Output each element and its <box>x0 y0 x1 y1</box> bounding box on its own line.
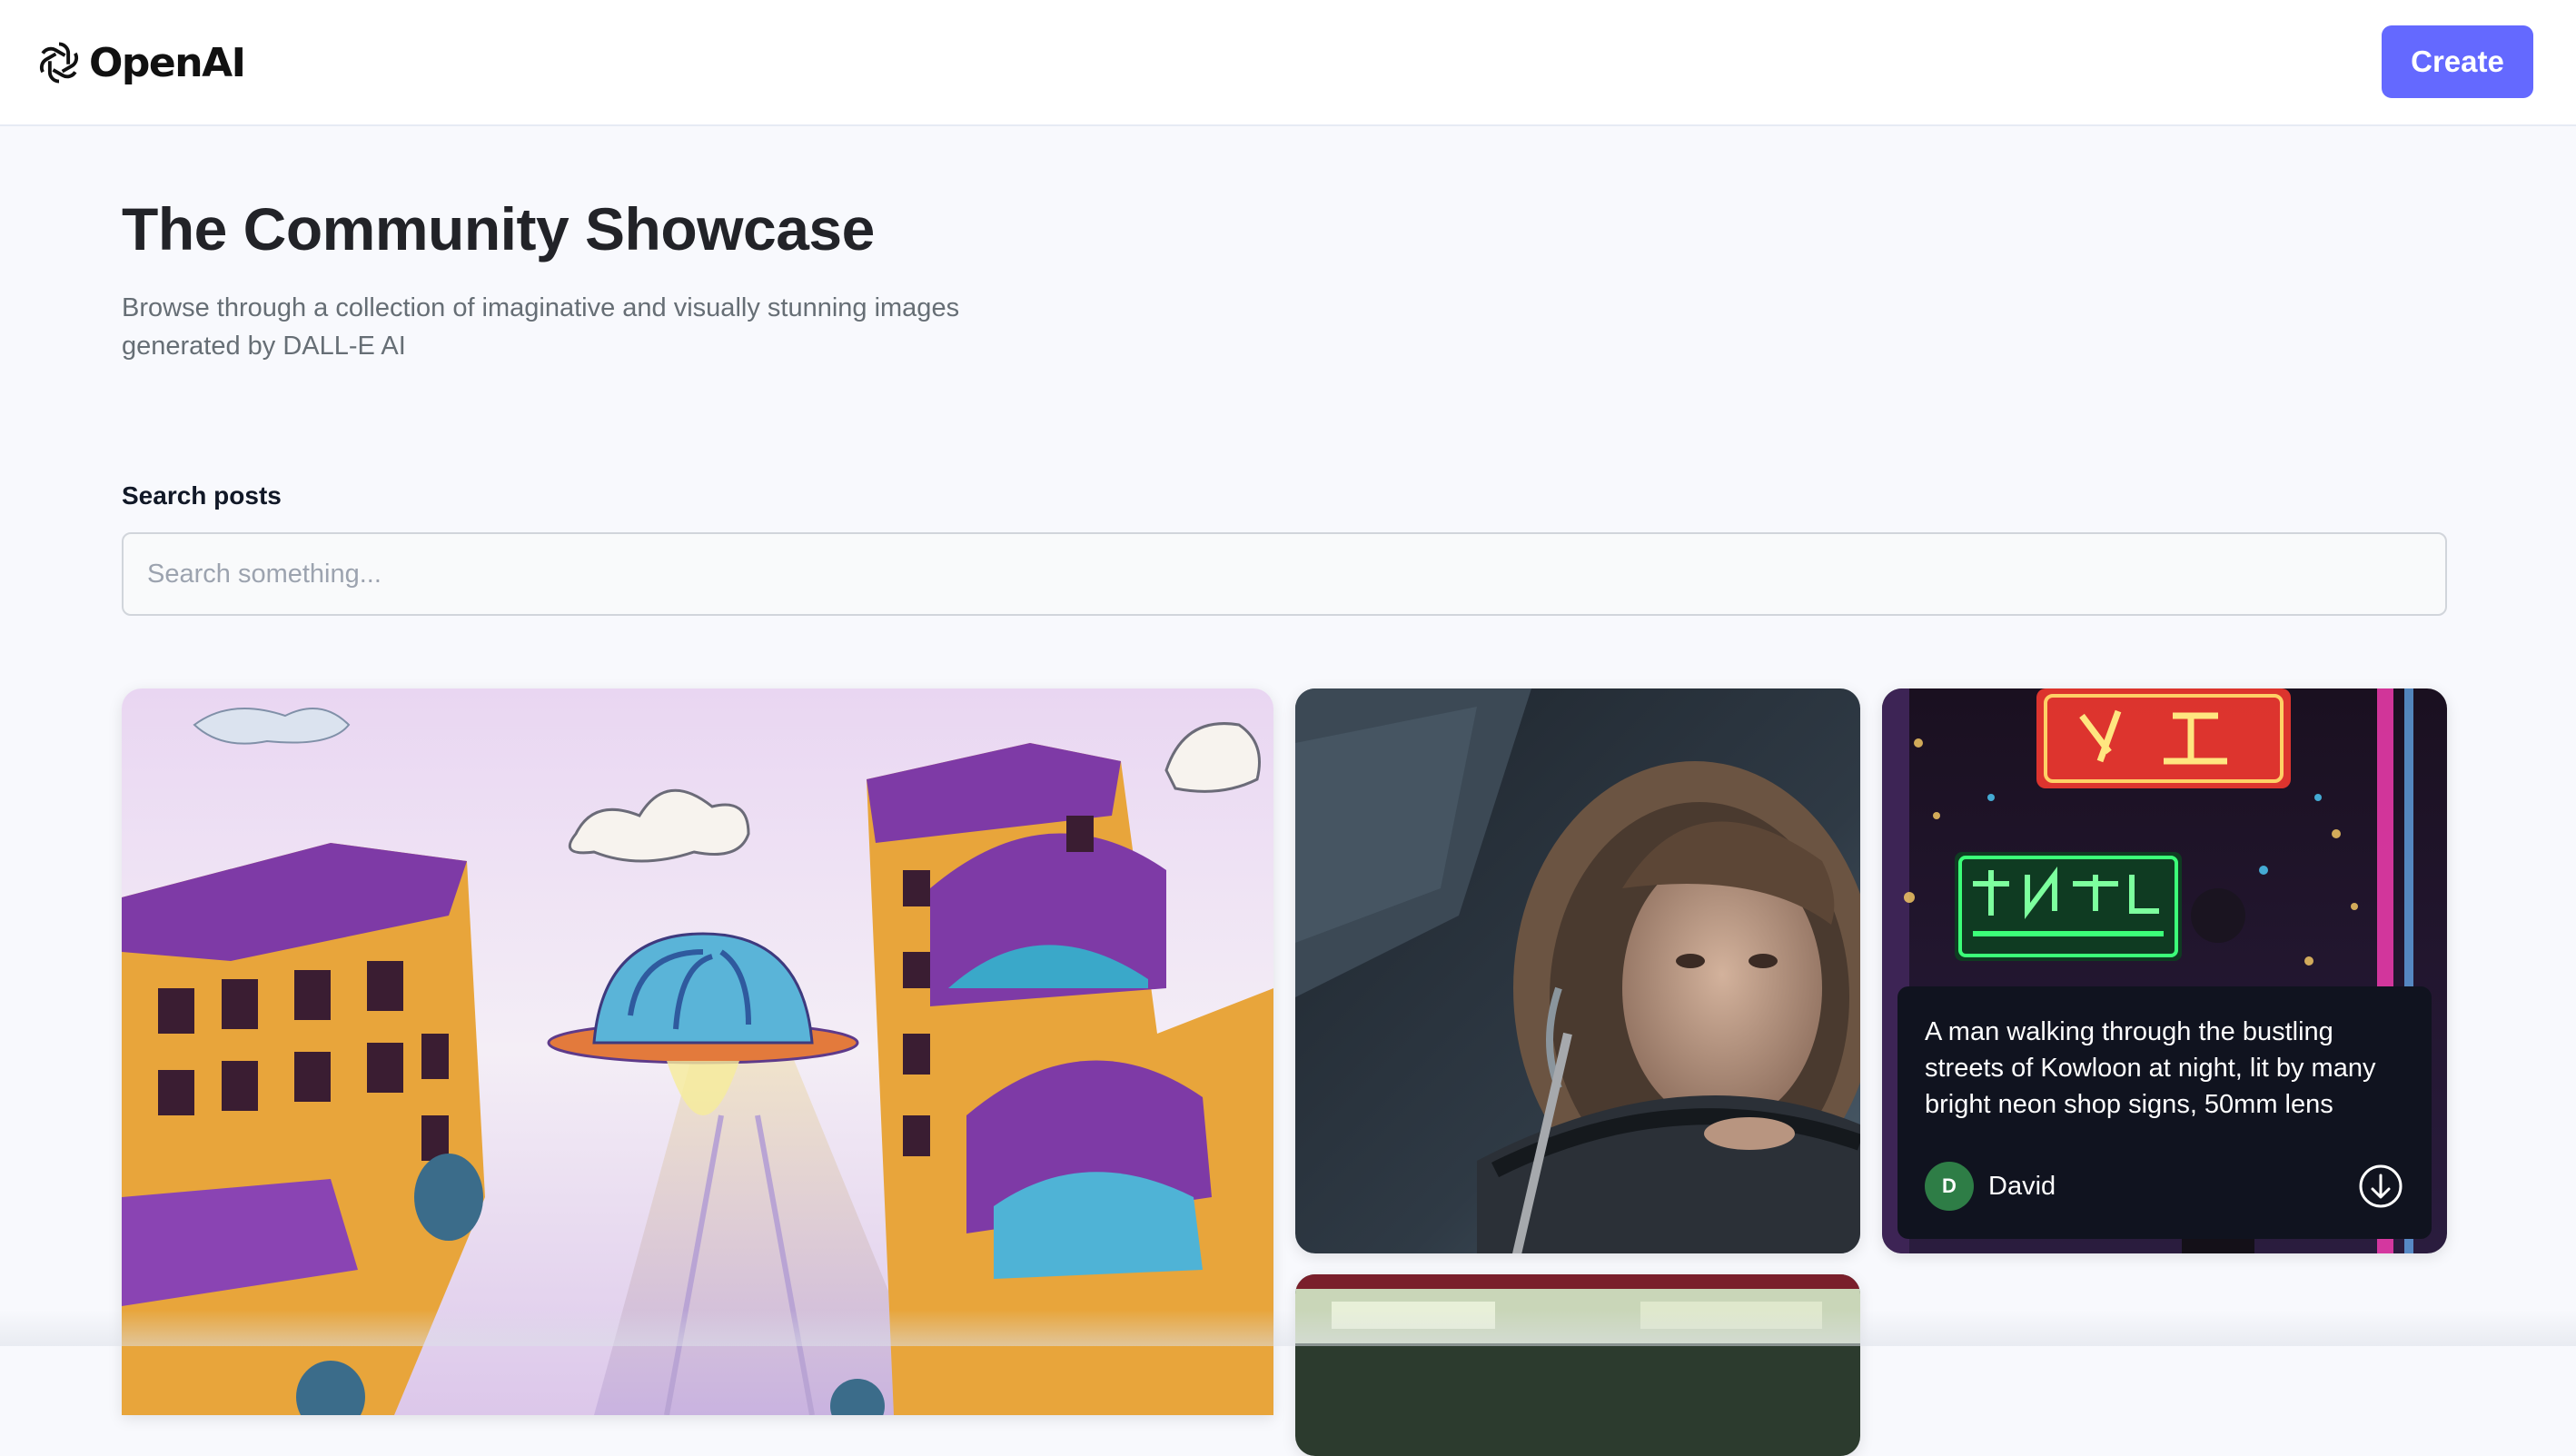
post-prompt: A man walking through the bustling stree… <box>1925 1017 2376 1119</box>
search-input[interactable] <box>122 532 2447 616</box>
author-name: David <box>1988 1171 2056 1201</box>
openai-logo-icon <box>39 42 79 84</box>
post-info-overlay: A man walking through the bustling stree… <box>1897 986 2432 1239</box>
create-button[interactable]: Create <box>2382 25 2533 98</box>
post-card-watercolor-city[interactable] <box>122 688 1273 1415</box>
post-author: D David <box>1925 1162 2056 1211</box>
openai-logo-link[interactable]: OpenAI <box>33 35 246 91</box>
top-navbar: OpenAI Create <box>0 0 2576 126</box>
post-card-neon-street[interactable]: A man walking through the bustling stree… <box>1882 688 2447 1253</box>
post-footer: D David <box>1925 1161 2404 1212</box>
page-subtitle: Browse through a collection of imaginati… <box>122 293 960 361</box>
post-image-boy-in-car <box>1295 688 1860 1253</box>
download-icon <box>2359 1164 2403 1208</box>
post-image-partial <box>1295 1274 1860 1456</box>
post-card-boy-in-car[interactable] <box>1295 688 1860 1253</box>
post-card-partial[interactable] <box>1295 1274 1860 1456</box>
download-button[interactable] <box>2357 1163 2404 1210</box>
post-image-watercolor-city <box>122 688 1273 1415</box>
page-title: The Community Showcase <box>122 195 875 262</box>
logo-text: OpenAI <box>89 39 246 86</box>
search-label: Search posts <box>122 481 282 510</box>
avatar: D <box>1925 1162 1974 1211</box>
